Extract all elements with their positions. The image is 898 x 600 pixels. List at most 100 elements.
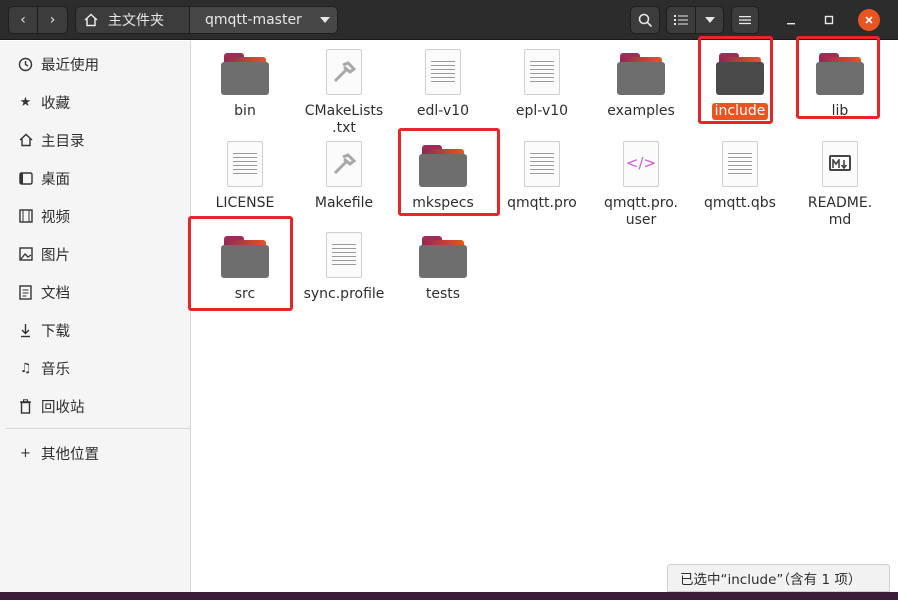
path-current-button[interactable]: qmqtt-master [190, 6, 338, 34]
sidebar-item-downloads[interactable]: 下载 [0, 313, 191, 347]
folder-icon [617, 49, 665, 97]
sidebar-item-music[interactable]: ♫ 音乐 [0, 351, 191, 385]
file-name: examples [607, 103, 675, 119]
sidebar-item-label: 图片 [41, 247, 70, 264]
view-options-button[interactable] [696, 6, 724, 34]
file-item-qmqtt-pro-user[interactable]: </> qmqtt.pro. user [595, 141, 687, 229]
file-item-epl-v10[interactable]: epl-v10 [496, 49, 588, 120]
sidebar: 最近使用 ★ 收藏 主目录 桌面 视频 图片 文档 下载 ♫ 音乐 回收站 + … [0, 41, 191, 592]
hamburger-menu-icon [739, 16, 751, 25]
close-button[interactable] [858, 9, 880, 31]
sidebar-item-other-locations[interactable]: + 其他位置 [0, 436, 191, 470]
folder-icon [419, 232, 467, 280]
text-file-icon [221, 141, 269, 189]
file-manager-window: ‹ › 主文件夹 qmqtt-master 最近使用 ★ 收藏 主目录 桌面 视… [0, 0, 898, 592]
forward-button[interactable]: › [38, 6, 68, 34]
sidebar-item-videos[interactable]: 视频 [0, 199, 191, 233]
highlight-box-lib [796, 36, 880, 119]
file-name: qmqtt.pro [507, 195, 577, 211]
file-item-bin[interactable]: bin [199, 49, 291, 120]
sidebar-item-documents[interactable]: 文档 [0, 275, 191, 309]
file-name: qmqtt.qbs [704, 195, 776, 211]
star-icon: ★ [19, 94, 32, 110]
file-item-sync-profile[interactable]: sync.profile [298, 232, 390, 303]
file-item-edl-v10[interactable]: edl-v10 [397, 49, 489, 120]
file-item-license[interactable]: LICENSE [199, 141, 291, 212]
sidebar-item-label: 文档 [41, 285, 70, 302]
file-item-readme[interactable]: README. md [794, 141, 886, 229]
sidebar-item-label: 最近使用 [41, 57, 99, 74]
caret-down-icon [704, 17, 715, 23]
makefile-icon [320, 141, 368, 189]
markdown-file-icon [816, 141, 864, 189]
sidebar-item-label: 下载 [41, 323, 70, 340]
back-button[interactable]: ‹ [8, 6, 38, 34]
path-home-label: 主文件夹 [108, 13, 164, 29]
file-name: LICENSE [215, 195, 275, 211]
plus-icon: + [20, 445, 31, 461]
highlight-box-mkspecs [398, 128, 500, 216]
file-item-qmqtt-qbs[interactable]: qmqtt.qbs [694, 141, 786, 212]
file-item-makefile[interactable]: Makefile [298, 141, 390, 212]
chevron-right-icon: › [49, 12, 56, 28]
highlight-box-src [188, 216, 293, 311]
minimize-icon [787, 23, 795, 25]
text-file-icon [320, 232, 368, 280]
trash-icon [18, 398, 33, 414]
sidebar-item-label: 收藏 [41, 95, 70, 112]
sidebar-item-label: 主目录 [41, 133, 85, 150]
path-home-button[interactable]: 主文件夹 [75, 6, 190, 34]
list-view-button[interactable] [666, 6, 696, 34]
minimize-button[interactable] [780, 9, 802, 31]
file-grid: bin CMakeLists .txt edl-v10 epl-v10 exam… [188, 36, 898, 592]
status-text: 已选中“include”（含有 1 项） [680, 572, 862, 588]
file-name: Makefile [314, 195, 374, 211]
text-file-icon [419, 49, 467, 97]
sidebar-item-desktop[interactable]: 桌面 [0, 161, 191, 195]
search-button[interactable] [630, 6, 660, 34]
maximize-button[interactable] [818, 9, 840, 31]
file-name: epl-v10 [515, 103, 569, 119]
sidebar-item-label: 其他位置 [41, 446, 99, 463]
sidebar-item-pictures[interactable]: 图片 [0, 237, 191, 271]
desktop-icon [18, 170, 33, 186]
file-name: edl-v10 [416, 103, 470, 119]
sidebar-item-home[interactable]: 主目录 [0, 123, 191, 157]
search-icon [638, 13, 652, 27]
sidebar-item-label: 回收站 [41, 399, 85, 416]
file-name: qmqtt.pro. user [604, 195, 678, 228]
close-icon [865, 16, 873, 24]
file-name: CMakeLists .txt [304, 103, 384, 136]
path-current-label: qmqtt-master [205, 12, 302, 28]
file-item-qmqtt-pro[interactable]: qmqtt.pro [496, 141, 588, 212]
code-file-icon: </> [617, 141, 665, 189]
chevron-left-icon: ‹ [20, 12, 26, 28]
home-icon [18, 132, 33, 148]
file-name: sync.profile [303, 286, 385, 302]
video-icon [18, 208, 33, 224]
sidebar-item-label: 视频 [41, 209, 70, 226]
download-icon [18, 322, 33, 338]
file-name: README. md [807, 195, 873, 228]
file-item-tests[interactable]: tests [397, 232, 489, 303]
music-icon: ♫ [19, 360, 32, 376]
sidebar-item-trash[interactable]: 回收站 [0, 389, 191, 423]
sidebar-item-starred[interactable]: ★ 收藏 [0, 85, 191, 119]
menu-button[interactable] [731, 6, 759, 34]
sidebar-item-label: 音乐 [41, 361, 70, 378]
clock-icon [18, 56, 33, 72]
cmake-file-icon [320, 49, 368, 97]
file-item-cmakelists[interactable]: CMakeLists .txt [298, 49, 390, 137]
sidebar-item-recent[interactable]: 最近使用 [0, 47, 191, 81]
folder-icon [221, 49, 269, 97]
file-item-examples[interactable]: examples [595, 49, 687, 120]
highlight-box-include [698, 36, 773, 124]
sidebar-divider [6, 428, 191, 429]
caret-down-icon [319, 17, 330, 23]
list-view-icon [674, 15, 688, 25]
status-bar: 已选中“include”（含有 1 项） [667, 564, 890, 592]
text-file-icon [716, 141, 764, 189]
sidebar-item-label: 桌面 [41, 171, 70, 188]
file-name: tests [425, 286, 461, 302]
document-icon [18, 284, 33, 300]
